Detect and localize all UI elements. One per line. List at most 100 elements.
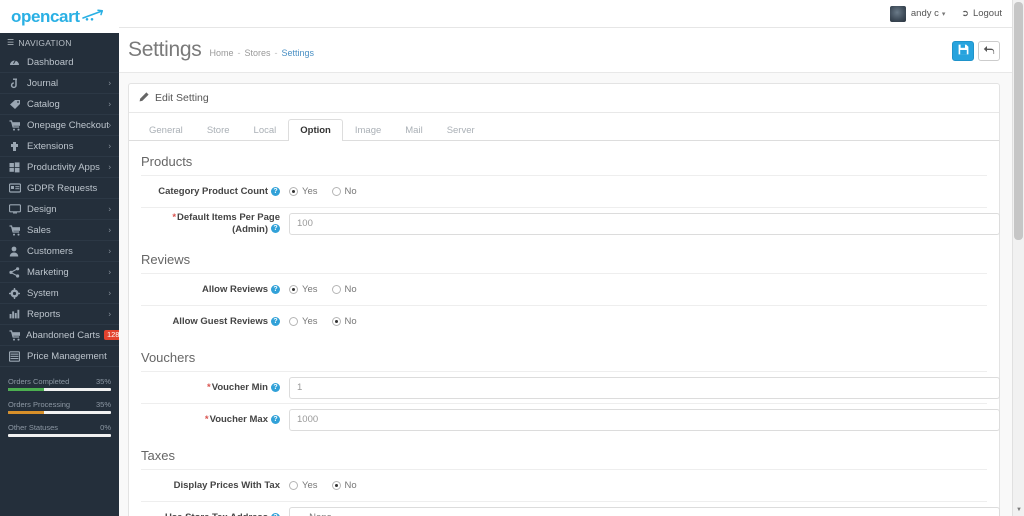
sidebar-item-label: GDPR Requests [27,182,98,194]
sidebar-item-label: Productivity Apps [27,161,100,173]
required-marker: * [172,212,177,224]
sidebar-item-label: Customers [27,245,73,257]
stat-orders-completed: Orders Completed 35% [8,377,111,391]
field-label-text: Voucher Min [211,381,268,393]
sidebar-item-customers[interactable]: Customers › [0,241,119,262]
radio-input[interactable] [331,285,341,294]
field-row-allow-guest-reviews: Allow Guest Reviews? Yes No [141,305,987,337]
page-scrollbar[interactable]: ▲ ▼ [1012,0,1024,516]
sidebar-item-design[interactable]: Design › [0,199,119,220]
radio-no[interactable]: No [331,284,357,295]
tab-local[interactable]: Local [242,119,289,141]
breadcrumb-stores[interactable]: Stores [245,48,271,58]
radio-input[interactable] [289,317,298,326]
voucher-max-input[interactable]: 1000 [289,408,1000,431]
field-label: Category Product Count? [141,186,289,197]
back-button[interactable] [978,41,1000,61]
help-icon[interactable]: ? [271,316,280,326]
journal-icon [9,78,22,89]
sidebar: opencart ☰ NAVIGATION Dashboard Journal … [0,0,119,516]
tab-general[interactable]: General [137,119,195,141]
user-name: andy c [910,8,939,19]
pencil-icon [139,92,149,104]
sidebar-item-label: Dashboard [27,56,74,68]
stat-orders-processing: Orders Processing 35% [8,400,111,414]
scrollbar-thumb[interactable] [1014,2,1023,240]
required-marker: * [206,381,211,393]
radio-group-allow-guest-reviews: Yes No [289,316,357,327]
voucher-min-input[interactable]: 1 [289,376,1000,399]
field-control: 1000 [289,408,1000,431]
radio-input[interactable] [331,187,341,196]
sidebar-item-abandoned-carts[interactable]: Abandoned Carts 128 [0,325,119,346]
radio-input[interactable] [331,481,341,490]
save-button[interactable] [952,41,974,61]
stat-percent: 0% [100,423,111,432]
breadcrumb-home[interactable]: Home [209,48,233,58]
edit-setting-card: Edit Setting General Store Local Option … [128,83,1000,516]
sidebar-item-price-management[interactable]: Price Management [0,346,119,367]
field-label-text: Category Product Count [158,185,268,197]
select-value: --- None --- [297,512,344,516]
sidebar-item-marketing[interactable]: Marketing › [0,262,119,283]
field-label: *Voucher Min? [141,382,289,393]
tab-store[interactable]: Store [195,119,242,141]
help-icon[interactable]: ? [271,224,280,234]
sidebar-item-label: Extensions [27,140,74,152]
field-row-use-store-tax-address: Use Store Tax Address? --- None --- ▾ [141,501,1000,516]
radio-no[interactable]: No [331,480,357,491]
radio-input[interactable] [289,285,298,294]
default-items-per-page-input[interactable]: 100 [289,212,1000,235]
radio-input[interactable] [289,481,298,490]
gear-icon [9,287,22,299]
sidebar-item-label: Abandoned Carts [26,329,100,341]
radio-label: Yes [302,186,318,197]
tab-option[interactable]: Option [288,119,343,141]
sidebar-item-productivity-apps[interactable]: Productivity Apps › [0,157,119,178]
stat-percent: 35% [95,377,111,386]
breadcrumb-settings[interactable]: Settings [282,48,315,58]
logo[interactable]: opencart [0,0,119,33]
use-store-tax-address-select[interactable]: --- None --- ▾ [289,506,1000,516]
chevron-right-icon: › [108,204,111,214]
tab-server[interactable]: Server [435,119,487,141]
puzzle-icon [9,141,22,152]
stat-other-statuses: Other Statuses 0% [8,423,111,437]
radio-input[interactable] [289,187,298,196]
field-label: Display Prices With Tax [141,480,289,491]
help-icon[interactable]: ? [271,382,280,392]
logout-button[interactable]: ➲ Logout [961,8,1002,19]
sidebar-item-journal[interactable]: Journal › [0,73,119,94]
tab-mail[interactable]: Mail [393,119,434,141]
tab-image[interactable]: Image [343,119,393,141]
stat-label: Orders Processing [8,400,71,409]
help-icon[interactable]: ? [271,414,280,424]
radio-no[interactable]: No [331,186,357,197]
radio-yes[interactable]: Yes [289,316,318,327]
radio-label: Yes [302,316,318,327]
scroll-down-arrow-icon[interactable]: ▼ [1013,504,1024,516]
sidebar-item-label: Sales [27,224,51,236]
sidebar-item-catalog[interactable]: Catalog › [0,94,119,115]
sidebar-item-extensions[interactable]: Extensions › [0,136,119,157]
radio-no[interactable]: No [331,316,357,327]
windows-icon [9,161,22,173]
sidebar-item-dashboard[interactable]: Dashboard [0,52,119,73]
sidebar-item-gdpr-requests[interactable]: GDPR Requests [0,178,119,199]
tab-bar: General Store Local Option Image Mail Se… [129,113,999,141]
help-icon[interactable]: ? [271,284,280,294]
sidebar-item-system[interactable]: System › [0,283,119,304]
user-menu[interactable]: andy c ▾ [889,5,945,22]
field-row-allow-reviews: Allow Reviews? Yes No [141,273,987,305]
sidebar-item-onepage-checkout[interactable]: Onepage Checkout › [0,115,119,136]
radio-yes[interactable]: Yes [289,284,318,295]
field-label: *Default Items Per Page (Admin)? [141,212,289,235]
sign-out-icon: ➲ [961,8,969,18]
radio-yes[interactable]: Yes [289,186,318,197]
sidebar-item-label: Journal [27,77,59,89]
radio-yes[interactable]: Yes [289,480,318,491]
sidebar-item-reports[interactable]: Reports › [0,304,119,325]
radio-input[interactable] [331,317,341,326]
sidebar-item-sales[interactable]: Sales › [0,220,119,241]
help-icon[interactable]: ? [271,186,280,196]
